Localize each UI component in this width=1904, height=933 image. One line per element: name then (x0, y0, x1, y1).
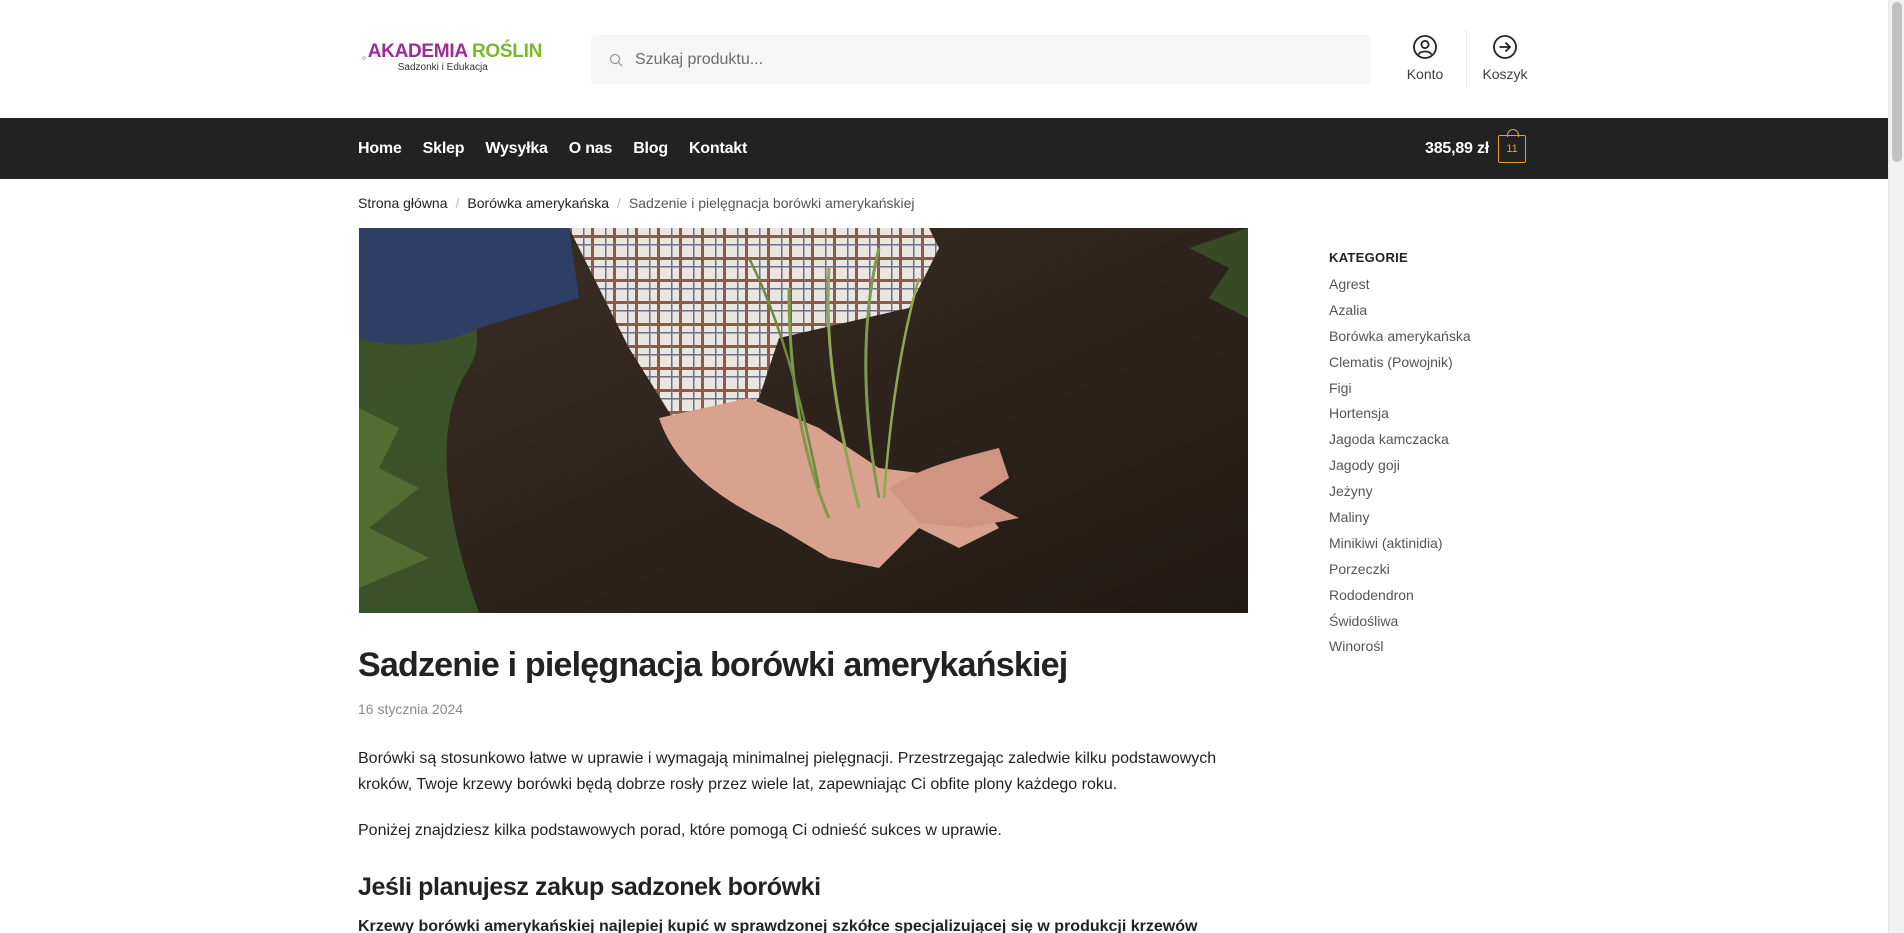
scrollbar-thumb[interactable] (1892, 2, 1902, 162)
shopping-bag-icon: 11 (1498, 128, 1527, 163)
featured-image (359, 228, 1248, 613)
arrow-right-circle-icon (1493, 35, 1517, 59)
product-search (591, 35, 1371, 84)
nav-item-shipping[interactable]: Wysyłka (485, 140, 548, 158)
category-link[interactable]: Porzeczki (1329, 557, 1549, 583)
nav-item-home[interactable]: Home (358, 140, 402, 158)
user-icon (1413, 35, 1437, 59)
breadcrumb-category[interactable]: Borówka amerykańska (467, 195, 609, 211)
breadcrumb: Strona główna / Borówka amerykańska / Sa… (358, 195, 915, 211)
cart-count: 11 (1506, 142, 1518, 155)
nav-menu: Home Sklep Wysyłka O nas Blog Kontakt (358, 118, 768, 179)
category-link[interactable]: Winorośl (1329, 634, 1549, 660)
page-scrollbar[interactable] (1888, 0, 1904, 933)
search-input[interactable] (635, 35, 1371, 84)
search-icon (609, 53, 623, 66)
post-title: Sadzenie i pielęgnacja borówki amerykańs… (358, 646, 1068, 684)
post-paragraph-buying: Krzewy borówki amerykańskiej najlepiej k… (358, 918, 1198, 933)
category-link[interactable]: Agrest (1329, 272, 1549, 298)
category-link[interactable]: Świdośliwa (1329, 609, 1549, 635)
category-list: Agrest Azalia Borówka amerykańska Clemat… (1329, 272, 1549, 660)
breadcrumb-home[interactable]: Strona główna (358, 195, 448, 211)
header-cart[interactable]: 385,89 zł 11 (1425, 118, 1527, 179)
sidebar-title: KATEGORIE (1329, 250, 1409, 265)
site-header: AKADEMIA ROŚLIN Sadzonki i Edukacja Kont… (0, 0, 1888, 118)
category-link[interactable]: Azalia (1329, 298, 1549, 324)
breadcrumb-separator: / (617, 195, 621, 211)
category-link[interactable]: Clematis (Powojnik) (1329, 350, 1549, 376)
brand-tagline: Sadzonki i Edukacja (397, 62, 488, 73)
sidebar-categories: KATEGORIE Agrest Azalia Borówka amerykań… (1329, 250, 1549, 660)
category-link[interactable]: Maliny (1329, 505, 1549, 531)
post-date: 16 stycznia 2024 (358, 701, 464, 717)
category-link[interactable]: Jeżyny (1329, 479, 1549, 505)
page: AKADEMIA ROŚLIN Sadzonki i Edukacja Kont… (0, 0, 1888, 933)
category-link[interactable]: Jagoda kamczacka (1329, 427, 1549, 453)
account-label: Konto (1406, 66, 1444, 82)
category-link[interactable]: Minikiwi (aktinidia) (1329, 531, 1549, 557)
leaf-logo-icon (362, 56, 366, 60)
cart-amount: 385,89 zł (1425, 139, 1490, 157)
category-link[interactable]: Hortensja (1329, 401, 1549, 427)
post-subheading: Jeśli planujesz zakup sadzonek borówki (358, 873, 821, 901)
nav-item-blog[interactable]: Blog (633, 140, 668, 158)
nav-item-shop[interactable]: Sklep (423, 140, 465, 158)
site-logo[interactable]: AKADEMIA ROŚLIN Sadzonki i Edukacja (362, 34, 542, 82)
breadcrumb-current: Sadzenie i pielęgnacja borówki amerykańs… (628, 195, 915, 211)
cart-label: Koszyk (1482, 66, 1528, 82)
category-link[interactable]: Figi (1329, 376, 1549, 402)
category-link[interactable]: Jagody goji (1329, 453, 1549, 479)
category-link[interactable]: Borówka amerykańska (1329, 324, 1549, 350)
nav-item-about[interactable]: O nas (569, 140, 613, 158)
nav-item-contact[interactable]: Kontakt (689, 140, 747, 158)
primary-navigation: Home Sklep Wysyłka O nas Blog Kontakt 38… (0, 118, 1888, 179)
post-paragraph-intro: Borówki są stosunkowo łatwe w uprawie i … (358, 750, 1217, 793)
planting-photo (359, 228, 1248, 613)
post-paragraph-tips: Poniżej znajdziesz kilka podstawowych po… (358, 822, 1002, 839)
account-link[interactable]: Konto (1390, 34, 1460, 86)
header-divider (1466, 30, 1467, 88)
brand-name-part2: ROŚLIN (472, 41, 542, 62)
breadcrumb-separator: / (455, 195, 460, 211)
category-link[interactable]: Rododendron (1329, 583, 1549, 609)
brand-name-part1: AKADEMIA (367, 41, 473, 62)
cart-link[interactable]: Koszyk (1470, 34, 1540, 86)
